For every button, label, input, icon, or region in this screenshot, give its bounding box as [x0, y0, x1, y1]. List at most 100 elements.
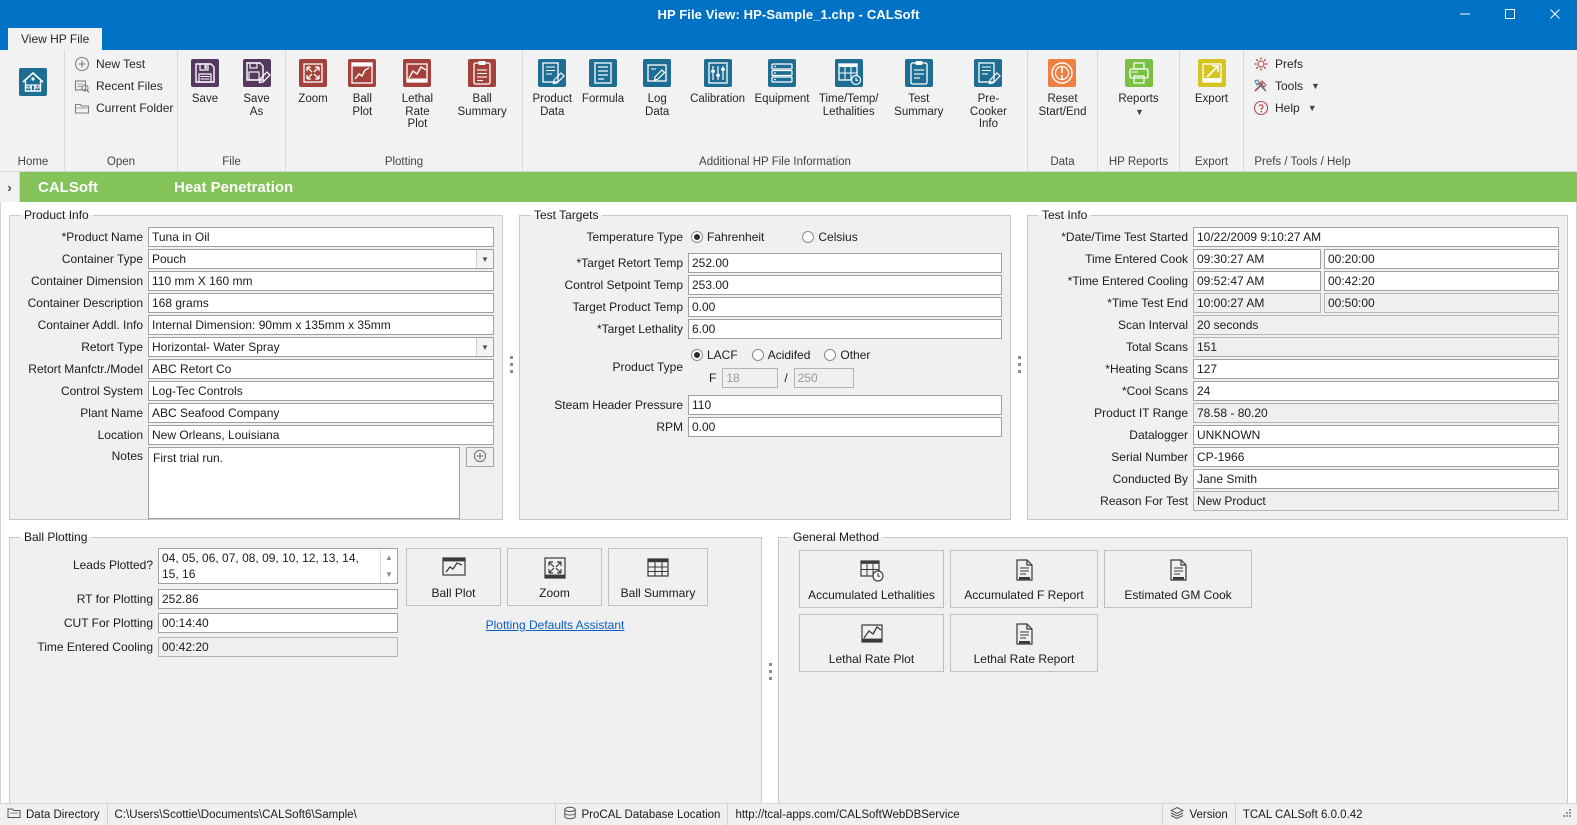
log-data-button[interactable]: Log Data: [630, 55, 685, 120]
estimated-gm-cook-button[interactable]: Estimated GM Cook: [1104, 550, 1252, 608]
radio-fahrenheit[interactable]: Fahrenheit: [691, 230, 764, 244]
formula-button[interactable]: Formula: [578, 55, 629, 108]
combo-retort-type[interactable]: Horizontal- Water Spray ▼: [148, 337, 494, 357]
input-time-entered-cooling-elapsed[interactable]: 00:42:20: [1324, 271, 1559, 291]
home-button[interactable]: [11, 64, 55, 100]
status-bar: Data Directory C:\Users\Scottie\Document…: [0, 803, 1577, 825]
input-rt-for-plotting[interactable]: 252.86: [158, 589, 398, 609]
calibration-button[interactable]: Calibration: [686, 55, 749, 108]
input-target-lethality[interactable]: 6.00: [688, 319, 1002, 339]
ball-summary-tile-button[interactable]: Ball Summary: [608, 548, 708, 606]
ball-plot-tile-button[interactable]: Ball Plot: [406, 548, 501, 606]
input-f-temp[interactable]: 250: [793, 368, 854, 388]
reports-button[interactable]: Reports ▼: [1113, 55, 1163, 120]
input-control-system[interactable]: Log-Tec Controls: [148, 381, 494, 401]
equipment-button[interactable]: Equipment: [750, 55, 813, 108]
pre-cooker-info-button[interactable]: Pre-Cooker Info: [955, 55, 1022, 133]
input-plant-name[interactable]: ABC Seafood Company: [148, 403, 494, 423]
save-as-button[interactable]: Save As: [233, 55, 280, 120]
input-product-name[interactable]: Tuna in Oil: [148, 227, 494, 247]
resize-grip-icon[interactable]: [1561, 807, 1577, 822]
minimize-icon[interactable]: [1442, 0, 1487, 28]
time-temp-lethalities-button[interactable]: Time/Temp/ Lethalities: [815, 55, 883, 120]
lethal-rate-report-button[interactable]: Lethal Rate Report: [950, 614, 1098, 672]
label-reason-for-test: Reason For Test: [1100, 494, 1188, 508]
field-time-entered-cooling: *Time Entered Cooling 09:52:47 AM 00:42:…: [1036, 270, 1559, 292]
listbox-leads-plotted[interactable]: 04, 05, 06, 07, 08, 09, 10, 12, 13, 14, …: [158, 548, 398, 584]
ribbon-group-hp-reports: Reports ▼ HP Reports: [1097, 50, 1179, 172]
reports-label: Reports: [1118, 93, 1159, 105]
close-icon[interactable]: [1532, 0, 1577, 28]
input-conducted-by[interactable]: Jane Smith: [1193, 469, 1559, 489]
tab-view-hp-file[interactable]: View HP File: [8, 28, 103, 50]
accumulated-f-report-button[interactable]: Accumulated F Report: [950, 550, 1098, 608]
help-button[interactable]: Help ▼: [1249, 97, 1321, 119]
splitter-right[interactable]: [1011, 208, 1027, 520]
input-container-dimension[interactable]: 110 mm X 160 mm: [148, 271, 494, 291]
export-button[interactable]: Export: [1190, 55, 1234, 108]
field-container-dimension: Container Dimension 110 mm X 160 mm: [18, 270, 494, 292]
textarea-notes[interactable]: First trial run.: [148, 447, 460, 519]
prefs-button[interactable]: Prefs: [1249, 53, 1307, 75]
lethal-rate-plot-tile-button[interactable]: Lethal Rate Plot: [799, 614, 944, 672]
chevron-down-icon[interactable]: ▼: [1135, 106, 1144, 119]
zoom-button[interactable]: Zoom: [291, 55, 335, 108]
accumulated-lethalities-button[interactable]: Accumulated Lethalities: [799, 550, 944, 608]
splitter-bottom[interactable]: [762, 530, 778, 803]
chevron-right-icon[interactable]: ›: [0, 172, 20, 202]
input-rpm[interactable]: 0.00: [688, 417, 1002, 437]
input-serial-number[interactable]: CP-1966: [1193, 447, 1559, 467]
input-container-addl-info[interactable]: Internal Dimension: 90mm x 135mm x 35mm: [148, 315, 494, 335]
current-folder-button[interactable]: Current Folder: [70, 97, 177, 119]
chevron-down-icon[interactable]: ▼: [1308, 103, 1317, 113]
add-note-button[interactable]: [466, 447, 494, 467]
input-container-description[interactable]: 168 grams: [148, 293, 494, 313]
input-cut-for-plotting[interactable]: 00:14:40: [158, 613, 398, 633]
chevron-up-icon[interactable]: ▲: [381, 549, 397, 566]
recent-files-button[interactable]: Recent Files: [70, 75, 167, 97]
reset-start-end-button[interactable]: Reset Start/End: [1034, 55, 1092, 120]
lethal-rate-plot-button[interactable]: Lethal Rate Plot: [390, 55, 446, 133]
tools-button[interactable]: Tools ▼: [1249, 75, 1324, 97]
chevron-down-icon[interactable]: ▼: [381, 566, 397, 583]
spinner-leads[interactable]: ▲ ▼: [380, 549, 397, 583]
tools-icon: [1253, 78, 1269, 94]
equipment-icon: [766, 57, 798, 89]
input-target-product-temp[interactable]: 0.00: [688, 297, 1002, 317]
splitter-left[interactable]: [503, 208, 519, 520]
input-retort-manufacturer[interactable]: ABC Retort Co: [148, 359, 494, 379]
input-control-setpoint-temp[interactable]: 253.00: [688, 275, 1002, 295]
maximize-icon[interactable]: [1487, 0, 1532, 28]
radio-label-lacf: LACF: [707, 348, 738, 362]
input-time-entered-cook-elapsed[interactable]: 00:20:00: [1324, 249, 1559, 269]
radio-lacf[interactable]: LACF: [691, 348, 738, 362]
input-cool-scans[interactable]: 24: [1193, 381, 1559, 401]
input-f-value[interactable]: 18: [722, 368, 779, 388]
input-location[interactable]: New Orleans, Louisiana: [148, 425, 494, 445]
product-data-button[interactable]: Product Data: [528, 55, 577, 120]
input-date-time-test-started[interactable]: 10/22/2009 9:10:27 AM: [1193, 227, 1559, 247]
chevron-down-icon[interactable]: ▼: [1311, 81, 1320, 91]
combo-container-type[interactable]: Pouch ▼: [148, 249, 494, 269]
input-target-retort-temp[interactable]: 252.00: [688, 253, 1002, 273]
input-heating-scans[interactable]: 127: [1193, 359, 1559, 379]
field-scan-interval: Scan Interval 20 seconds: [1036, 314, 1559, 336]
plotting-defaults-assistant-link[interactable]: Plotting Defaults Assistant: [486, 618, 625, 632]
formula-label: Formula: [581, 93, 625, 105]
input-datalogger[interactable]: UNKNOWN: [1193, 425, 1559, 445]
ball-summary-button[interactable]: Ball Summary: [447, 55, 517, 120]
test-summary-label: Test Summary: [894, 93, 944, 118]
save-button[interactable]: Save: [183, 55, 227, 108]
zoom-tile-button[interactable]: Zoom: [507, 548, 602, 606]
test-summary-button[interactable]: Test Summary: [884, 55, 954, 120]
chevron-down-icon[interactable]: ▼: [476, 338, 493, 356]
input-time-entered-cooling[interactable]: 09:52:47 AM: [1193, 271, 1321, 291]
chevron-down-icon[interactable]: ▼: [476, 250, 493, 268]
input-steam-header-pressure[interactable]: 110: [688, 395, 1002, 415]
new-test-button[interactable]: New Test: [70, 53, 149, 75]
radio-acidified[interactable]: Acidifed: [751, 348, 810, 362]
radio-other[interactable]: Other: [824, 348, 870, 362]
ball-plot-button[interactable]: Ball Plot: [337, 55, 388, 120]
input-time-entered-cook[interactable]: 09:30:27 AM: [1193, 249, 1321, 269]
radio-celsius[interactable]: Celsius: [802, 230, 858, 244]
